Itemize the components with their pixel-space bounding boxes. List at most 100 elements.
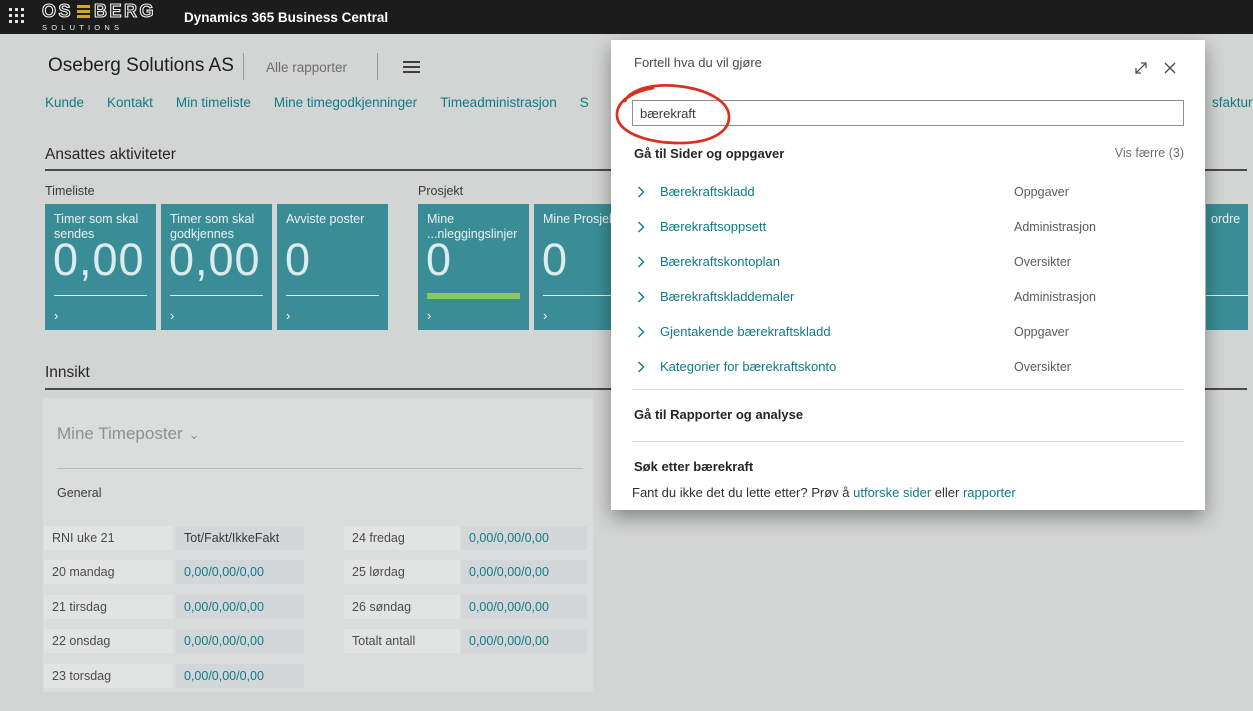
tile-timer-som-skal-sendes[interactable]: Timer som skal sendes 0,00 › — [45, 204, 156, 330]
row-value: Tot/Fakt/IkkeFakt — [176, 526, 304, 550]
app-title: Dynamics 365 Business Central — [184, 10, 388, 25]
section-reports-analysis[interactable]: Gå til Rapporter og analyse — [634, 407, 803, 422]
nav-item-fragment-right[interactable]: sfaktura — [1212, 95, 1253, 110]
search-input[interactable] — [632, 100, 1184, 126]
oseberg-logo: OS BERG SOLUTIONS — [42, 2, 156, 32]
nav-item-fragment[interactable]: S — [580, 95, 589, 110]
insight-section-title: Innsikt — [45, 364, 90, 382]
logo-text-suffix: BERG — [94, 2, 156, 20]
top-bar: OS BERG SOLUTIONS Dynamics 365 Business … — [0, 0, 1253, 34]
row-label: 24 fredag — [344, 526, 460, 550]
row-value[interactable]: 0,00/0,00/0,00 — [461, 595, 587, 619]
row-label: 20 mandag — [44, 560, 173, 584]
search-result-row[interactable]: Kategorier for bærekraftskonto Oversikte… — [611, 359, 1205, 377]
chevron-right-icon — [637, 256, 645, 268]
nav-item-timeadministrasjon[interactable]: Timeadministrasjon — [440, 95, 557, 110]
row-value[interactable]: 0,00/0,00/0,00 — [461, 629, 587, 653]
chevron-right-icon — [637, 361, 645, 373]
divider — [243, 53, 244, 80]
chevron-right-icon[interactable]: › — [170, 308, 174, 323]
row-label: 22 onsdag — [44, 629, 173, 653]
chevron-right-icon — [637, 326, 645, 338]
search-result-category: Administrasjon — [1014, 220, 1096, 234]
card-title-dropdown[interactable]: Mine Timeposter⌄ — [57, 424, 200, 444]
divider — [377, 53, 378, 80]
chevron-right-icon[interactable]: › — [54, 308, 58, 323]
search-result-link[interactable]: Bærekraftskladd — [660, 184, 755, 199]
expand-icon[interactable] — [1133, 60, 1149, 76]
search-result-category: Oppgaver — [1014, 185, 1069, 199]
tile-separator — [170, 295, 263, 296]
chevron-right-icon[interactable]: › — [286, 308, 290, 323]
tile-progress-bar — [427, 293, 520, 299]
search-result-category: Oppgaver — [1014, 325, 1069, 339]
show-fewer-link[interactable]: Vis færre (3) — [1115, 146, 1184, 160]
search-result-link[interactable]: Bærekraftskladdemaler — [660, 289, 794, 304]
logo-e-bars-icon — [77, 5, 90, 18]
main-nav: Kunde Kontakt Min timeliste Mine timegod… — [45, 95, 589, 110]
card-divider — [57, 468, 583, 469]
search-result-link[interactable]: Kategorier for bærekraftskonto — [660, 359, 836, 374]
nav-item-kontakt[interactable]: Kontakt — [107, 95, 153, 110]
tile-ordre-partial[interactable]: ordre — [1206, 204, 1248, 330]
search-result-link[interactable]: Bærekraftskontoplan — [660, 254, 780, 269]
row-value[interactable]: 0,00/0,00/0,00 — [461, 526, 587, 550]
search-result-category: Administrasjon — [1014, 290, 1096, 304]
row-label: RNI uke 21 — [44, 526, 173, 550]
search-result-row[interactable]: Bærekraftskontoplan Oversikter — [611, 254, 1205, 272]
row-value[interactable]: 0,00/0,00/0,00 — [176, 595, 304, 619]
tile-separator — [1206, 295, 1248, 296]
search-result-row[interactable]: Bærekraftskladdemaler Administrasjon — [611, 289, 1205, 307]
search-result-link[interactable]: Bærekraftsoppsett — [660, 219, 766, 234]
group-label-timeliste: Timeliste — [45, 184, 95, 198]
row-label: Totalt antall — [344, 629, 460, 653]
tile-timer-som-skal-godkjennes[interactable]: Timer som skal godkjennes 0,00 › — [161, 204, 272, 330]
group-label-prosjekt: Prosjekt — [418, 184, 463, 198]
row-value[interactable]: 0,00/0,00/0,00 — [176, 560, 304, 584]
search-result-row[interactable]: Bærekraftskladd Oppgaver — [611, 184, 1205, 202]
tile-mine-leggingslinjer[interactable]: Mine ...nleggingslinjer 0 › — [418, 204, 529, 330]
tell-me-dialog: Fortell hva du vil gjøre Gå til Sider og… — [611, 40, 1205, 510]
row-label: 21 tirsdag — [44, 595, 173, 619]
tile-separator — [54, 295, 147, 296]
section-pages-tasks: Gå til Sider og oppgaver — [634, 146, 784, 161]
chevron-right-icon — [637, 186, 645, 198]
app-launcher-icon[interactable] — [9, 8, 27, 26]
nav-item-mine-timegodkjenninger[interactable]: Mine timegodkjenninger — [274, 95, 417, 110]
row-value[interactable]: 0,00/0,00/0,00 — [176, 629, 304, 653]
dialog-title: Fortell hva du vil gjøre — [634, 55, 762, 70]
menu-icon[interactable] — [403, 61, 420, 77]
company-name[interactable]: Oseberg Solutions AS — [48, 55, 234, 77]
divider — [632, 441, 1184, 442]
search-result-row[interactable]: Bærekraftsoppsett Administrasjon — [611, 219, 1205, 237]
chevron-right-icon — [637, 221, 645, 233]
row-value[interactable]: 0,00/0,00/0,00 — [461, 560, 587, 584]
mine-timeposter-card: Mine Timeposter⌄ General RNI uke 21 Tot/… — [43, 398, 593, 692]
nav-item-min-timeliste[interactable]: Min timeliste — [176, 95, 251, 110]
row-label: 23 torsdag — [44, 664, 173, 688]
chevron-right-icon — [637, 291, 645, 303]
chevron-right-icon[interactable]: › — [543, 308, 547, 323]
card-section-label: General — [57, 486, 101, 500]
explore-reports-link[interactable]: rapporter — [963, 485, 1016, 500]
search-result-link[interactable]: Gjentakende bærekraftskladd — [660, 324, 831, 339]
all-reports-link[interactable]: Alle rapporter — [266, 60, 347, 75]
chevron-down-icon: ⌄ — [189, 427, 200, 442]
row-label: 26 søndag — [344, 595, 460, 619]
row-value[interactable]: 0,00/0,00/0,00 — [176, 664, 304, 688]
activities-section-title: Ansattes aktiviteter — [45, 146, 176, 164]
close-icon[interactable] — [1162, 60, 1178, 76]
logo-subtitle: SOLUTIONS — [42, 23, 123, 32]
dialog-footer: Fant du ikke det du lette etter? Prøv å … — [632, 485, 1016, 500]
search-result-category: Oversikter — [1014, 255, 1071, 269]
nav-item-kunde[interactable]: Kunde — [45, 95, 84, 110]
divider — [632, 389, 1184, 390]
logo-text-prefix: OS — [42, 2, 73, 20]
search-for-row[interactable]: Søk etter bærekraft — [634, 459, 753, 474]
explore-pages-link[interactable]: utforske sider — [853, 485, 931, 500]
chevron-right-icon[interactable]: › — [427, 308, 431, 323]
tile-avviste-poster[interactable]: Avviste poster 0 › — [277, 204, 388, 330]
search-result-row[interactable]: Gjentakende bærekraftskladd Oppgaver — [611, 324, 1205, 342]
search-result-category: Oversikter — [1014, 360, 1071, 374]
row-label: 25 lørdag — [344, 560, 460, 584]
